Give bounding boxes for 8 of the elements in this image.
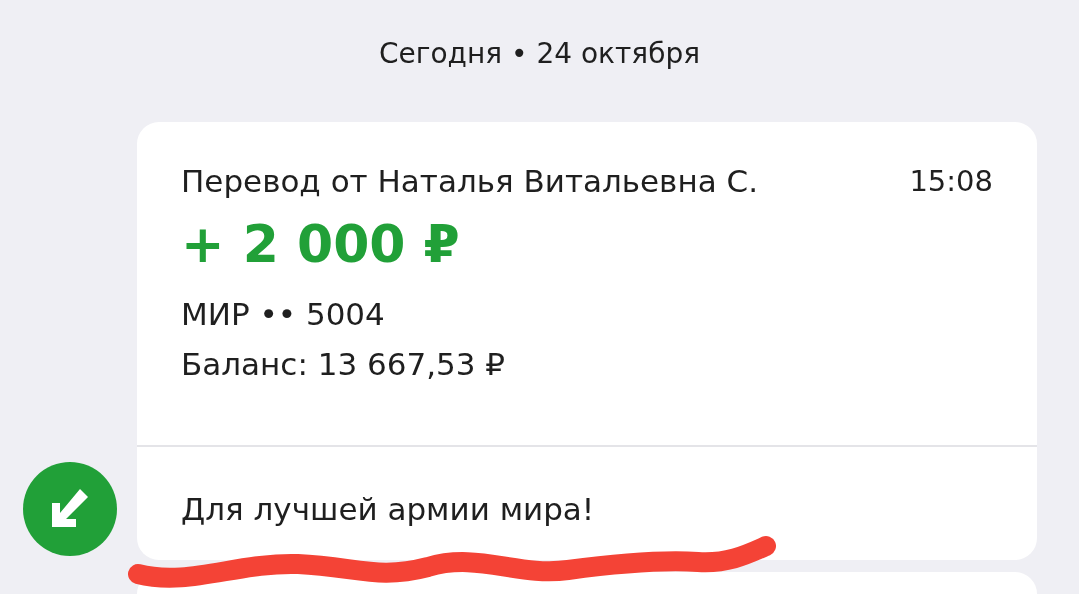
date-header: Сегодня • 24 октября <box>378 36 701 72</box>
transaction-title: Перевод от Наталья Витальевна С. <box>181 162 758 201</box>
transaction-card[interactable]: Перевод от Наталья Витальевна С. 15:08 + 2 000 ₽ МИР •• 5004 Баланс: 13 667,53 ₽ Для лучшей армии мира! <box>137 122 1037 560</box>
transfer-message: Для лучшей армии мира! <box>181 490 595 529</box>
transaction-time: 15:08 <box>909 163 993 200</box>
amount: + 2 000 ₽ <box>181 213 461 276</box>
balance: Баланс: 13 667,53 ₽ <box>181 345 507 384</box>
card-number: МИР •• 5004 <box>181 295 386 334</box>
